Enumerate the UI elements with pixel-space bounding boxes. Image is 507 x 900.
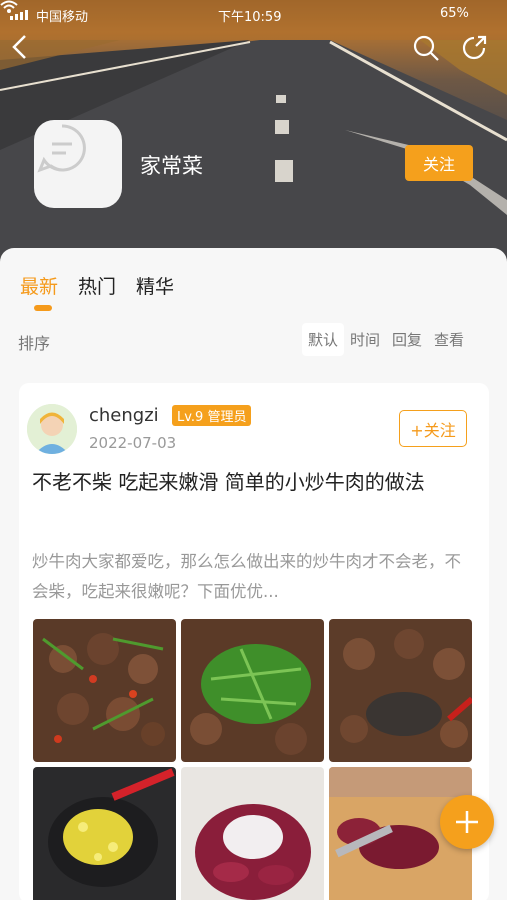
sort-default[interactable]: 默认 [302, 323, 345, 356]
beef-with-cilantro-photo [181, 619, 324, 762]
post-title[interactable]: 不老不柴 吃起来嫩滑 简单的小炒牛肉的做法 [32, 465, 472, 499]
tab-latest[interactable]: 最新 [20, 272, 58, 299]
post-image-5[interactable] [181, 767, 324, 900]
share-button[interactable] [460, 34, 494, 68]
group-name: 家常菜 [140, 154, 203, 178]
raw-beef-slices-with-starch-photo [181, 767, 324, 900]
user-avatar-image [27, 404, 77, 454]
header-banner: 中国移动 下午10:59 65% 家常菜 关注 [0, 0, 507, 268]
battery-level: 65% [440, 6, 469, 21]
group-page: 中国移动 下午10:59 65% 家常菜 关注 最新 热门 精华 排序 默认 时… [0, 0, 507, 900]
sort-reply[interactable]: 回复 [386, 323, 428, 356]
user-avatar[interactable] [27, 404, 77, 454]
post-excerpt[interactable]: 炒牛肉大家都爱吃，那么怎么做出来的炒牛肉才不会老，不会柴，吃起来很嫩呢？下面优优… [32, 547, 472, 607]
search-button[interactable] [412, 34, 446, 68]
follow-group-button[interactable]: 关注 [405, 145, 473, 181]
share-icon [462, 35, 487, 60]
clock: 下午10:59 [218, 10, 282, 25]
wifi-icon [0, 0, 18, 13]
post-image-1[interactable] [33, 619, 176, 762]
post-image-grid [33, 619, 473, 900]
new-post-button[interactable] [440, 795, 494, 849]
group-avatar [34, 120, 122, 208]
user-level-badge: Lv.9 管理员 [172, 405, 252, 426]
post-image-2[interactable] [181, 619, 324, 762]
active-tab-indicator [34, 305, 52, 311]
tab-hot[interactable]: 热门 [78, 272, 116, 299]
carrier-label: 中国移动 [36, 10, 89, 25]
tab-featured[interactable]: 精华 [136, 272, 174, 299]
post-image-3[interactable] [329, 619, 472, 762]
beef-stirfry-with-chili-photo [33, 619, 176, 762]
beef-in-wok-photo [329, 619, 472, 762]
search-icon [413, 35, 439, 61]
chat-bubble-icon [37, 124, 86, 173]
status-bar: 中国移动 下午10:59 65% [0, 0, 507, 30]
tab-bar: 最新 热门 精华 [20, 272, 174, 299]
post-date: 2022-07-03 [89, 434, 177, 452]
post-card[interactable]: chengzi Lv.9 管理员 2022-07-03 +关注 不老不柴 吃起来… [19, 383, 489, 900]
sort-label: 排序 [18, 334, 51, 353]
plus-icon [456, 811, 478, 833]
username[interactable]: chengzi [89, 405, 159, 426]
chevron-left-icon [12, 35, 26, 59]
minced-ginger-pan-photo [33, 767, 176, 900]
sort-time[interactable]: 时间 [344, 323, 386, 356]
sort-options: 默认 时间 回复 查看 [302, 323, 470, 356]
post-image-4[interactable] [33, 767, 176, 900]
follow-user-button[interactable]: +关注 [399, 410, 467, 447]
back-button[interactable] [10, 34, 44, 68]
sort-views[interactable]: 查看 [428, 323, 470, 356]
